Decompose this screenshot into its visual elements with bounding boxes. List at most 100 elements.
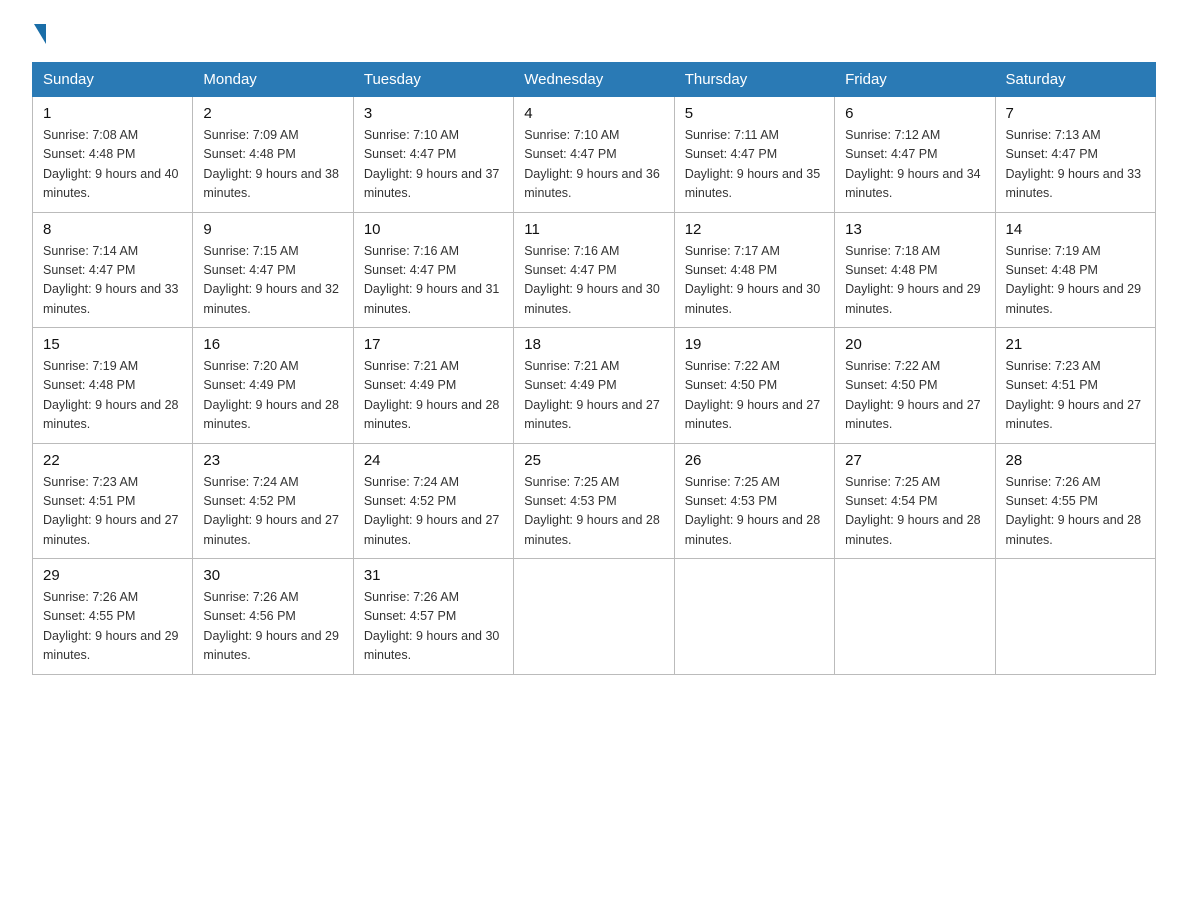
calendar-cell: 30 Sunrise: 7:26 AM Sunset: 4:56 PM Dayl… <box>193 559 353 675</box>
calendar-cell: 15 Sunrise: 7:19 AM Sunset: 4:48 PM Dayl… <box>33 328 193 444</box>
calendar-cell: 16 Sunrise: 7:20 AM Sunset: 4:49 PM Dayl… <box>193 328 353 444</box>
calendar-cell: 25 Sunrise: 7:25 AM Sunset: 4:53 PM Dayl… <box>514 443 674 559</box>
calendar-week-row: 8 Sunrise: 7:14 AM Sunset: 4:47 PM Dayli… <box>33 212 1156 328</box>
day-info: Sunrise: 7:26 AM Sunset: 4:56 PM Dayligh… <box>203 588 342 666</box>
calendar-cell <box>835 559 995 675</box>
day-number: 13 <box>845 221 984 238</box>
weekday-header-sunday: Sunday <box>33 63 193 97</box>
day-number: 3 <box>364 105 503 122</box>
logo <box>32 24 48 44</box>
calendar-cell: 19 Sunrise: 7:22 AM Sunset: 4:50 PM Dayl… <box>674 328 834 444</box>
calendar-body: 1 Sunrise: 7:08 AM Sunset: 4:48 PM Dayli… <box>33 97 1156 675</box>
day-number: 24 <box>364 452 503 469</box>
day-info: Sunrise: 7:25 AM Sunset: 4:53 PM Dayligh… <box>524 473 663 551</box>
weekday-header-saturday: Saturday <box>995 63 1155 97</box>
day-info: Sunrise: 7:10 AM Sunset: 4:47 PM Dayligh… <box>364 126 503 204</box>
calendar-cell: 22 Sunrise: 7:23 AM Sunset: 4:51 PM Dayl… <box>33 443 193 559</box>
day-number: 6 <box>845 105 984 122</box>
day-info: Sunrise: 7:22 AM Sunset: 4:50 PM Dayligh… <box>845 357 984 435</box>
calendar-cell: 2 Sunrise: 7:09 AM Sunset: 4:48 PM Dayli… <box>193 97 353 213</box>
calendar-cell: 11 Sunrise: 7:16 AM Sunset: 4:47 PM Dayl… <box>514 212 674 328</box>
calendar-cell: 4 Sunrise: 7:10 AM Sunset: 4:47 PM Dayli… <box>514 97 674 213</box>
day-number: 26 <box>685 452 824 469</box>
weekday-header-friday: Friday <box>835 63 995 97</box>
day-number: 20 <box>845 336 984 353</box>
day-info: Sunrise: 7:12 AM Sunset: 4:47 PM Dayligh… <box>845 126 984 204</box>
day-number: 2 <box>203 105 342 122</box>
day-info: Sunrise: 7:09 AM Sunset: 4:48 PM Dayligh… <box>203 126 342 204</box>
calendar-cell: 21 Sunrise: 7:23 AM Sunset: 4:51 PM Dayl… <box>995 328 1155 444</box>
calendar-cell: 8 Sunrise: 7:14 AM Sunset: 4:47 PM Dayli… <box>33 212 193 328</box>
calendar-cell: 23 Sunrise: 7:24 AM Sunset: 4:52 PM Dayl… <box>193 443 353 559</box>
weekday-header-wednesday: Wednesday <box>514 63 674 97</box>
calendar-cell: 13 Sunrise: 7:18 AM Sunset: 4:48 PM Dayl… <box>835 212 995 328</box>
day-info: Sunrise: 7:26 AM Sunset: 4:55 PM Dayligh… <box>1006 473 1145 551</box>
calendar-cell <box>514 559 674 675</box>
day-info: Sunrise: 7:23 AM Sunset: 4:51 PM Dayligh… <box>1006 357 1145 435</box>
day-number: 16 <box>203 336 342 353</box>
calendar-cell: 6 Sunrise: 7:12 AM Sunset: 4:47 PM Dayli… <box>835 97 995 213</box>
day-number: 8 <box>43 221 182 238</box>
calendar-cell: 17 Sunrise: 7:21 AM Sunset: 4:49 PM Dayl… <box>353 328 513 444</box>
day-number: 15 <box>43 336 182 353</box>
day-info: Sunrise: 7:15 AM Sunset: 4:47 PM Dayligh… <box>203 242 342 320</box>
calendar-cell: 10 Sunrise: 7:16 AM Sunset: 4:47 PM Dayl… <box>353 212 513 328</box>
day-info: Sunrise: 7:25 AM Sunset: 4:54 PM Dayligh… <box>845 473 984 551</box>
day-number: 30 <box>203 567 342 584</box>
calendar-cell: 5 Sunrise: 7:11 AM Sunset: 4:47 PM Dayli… <box>674 97 834 213</box>
weekday-header-row: SundayMondayTuesdayWednesdayThursdayFrid… <box>33 63 1156 97</box>
weekday-header-tuesday: Tuesday <box>353 63 513 97</box>
calendar-week-row: 29 Sunrise: 7:26 AM Sunset: 4:55 PM Dayl… <box>33 559 1156 675</box>
day-number: 17 <box>364 336 503 353</box>
day-number: 7 <box>1006 105 1145 122</box>
day-number: 27 <box>845 452 984 469</box>
calendar-cell: 14 Sunrise: 7:19 AM Sunset: 4:48 PM Dayl… <box>995 212 1155 328</box>
day-info: Sunrise: 7:13 AM Sunset: 4:47 PM Dayligh… <box>1006 126 1145 204</box>
calendar-cell: 28 Sunrise: 7:26 AM Sunset: 4:55 PM Dayl… <box>995 443 1155 559</box>
day-info: Sunrise: 7:08 AM Sunset: 4:48 PM Dayligh… <box>43 126 182 204</box>
day-info: Sunrise: 7:26 AM Sunset: 4:55 PM Dayligh… <box>43 588 182 666</box>
day-number: 23 <box>203 452 342 469</box>
calendar-cell: 7 Sunrise: 7:13 AM Sunset: 4:47 PM Dayli… <box>995 97 1155 213</box>
calendar-cell: 27 Sunrise: 7:25 AM Sunset: 4:54 PM Dayl… <box>835 443 995 559</box>
day-info: Sunrise: 7:14 AM Sunset: 4:47 PM Dayligh… <box>43 242 182 320</box>
day-number: 1 <box>43 105 182 122</box>
day-info: Sunrise: 7:26 AM Sunset: 4:57 PM Dayligh… <box>364 588 503 666</box>
day-number: 19 <box>685 336 824 353</box>
day-info: Sunrise: 7:21 AM Sunset: 4:49 PM Dayligh… <box>364 357 503 435</box>
calendar-cell: 31 Sunrise: 7:26 AM Sunset: 4:57 PM Dayl… <box>353 559 513 675</box>
calendar-cell: 20 Sunrise: 7:22 AM Sunset: 4:50 PM Dayl… <box>835 328 995 444</box>
day-number: 28 <box>1006 452 1145 469</box>
day-info: Sunrise: 7:24 AM Sunset: 4:52 PM Dayligh… <box>364 473 503 551</box>
day-info: Sunrise: 7:19 AM Sunset: 4:48 PM Dayligh… <box>43 357 182 435</box>
day-number: 10 <box>364 221 503 238</box>
day-info: Sunrise: 7:23 AM Sunset: 4:51 PM Dayligh… <box>43 473 182 551</box>
day-info: Sunrise: 7:21 AM Sunset: 4:49 PM Dayligh… <box>524 357 663 435</box>
logo-arrow-icon <box>34 24 46 44</box>
day-info: Sunrise: 7:20 AM Sunset: 4:49 PM Dayligh… <box>203 357 342 435</box>
day-info: Sunrise: 7:22 AM Sunset: 4:50 PM Dayligh… <box>685 357 824 435</box>
day-info: Sunrise: 7:18 AM Sunset: 4:48 PM Dayligh… <box>845 242 984 320</box>
calendar-cell: 9 Sunrise: 7:15 AM Sunset: 4:47 PM Dayli… <box>193 212 353 328</box>
day-info: Sunrise: 7:19 AM Sunset: 4:48 PM Dayligh… <box>1006 242 1145 320</box>
page-header <box>32 24 1156 44</box>
calendar-cell: 29 Sunrise: 7:26 AM Sunset: 4:55 PM Dayl… <box>33 559 193 675</box>
day-info: Sunrise: 7:11 AM Sunset: 4:47 PM Dayligh… <box>685 126 824 204</box>
calendar-cell: 18 Sunrise: 7:21 AM Sunset: 4:49 PM Dayl… <box>514 328 674 444</box>
day-number: 14 <box>1006 221 1145 238</box>
calendar-cell: 24 Sunrise: 7:24 AM Sunset: 4:52 PM Dayl… <box>353 443 513 559</box>
calendar-cell: 3 Sunrise: 7:10 AM Sunset: 4:47 PM Dayli… <box>353 97 513 213</box>
day-number: 31 <box>364 567 503 584</box>
calendar-week-row: 15 Sunrise: 7:19 AM Sunset: 4:48 PM Dayl… <box>33 328 1156 444</box>
day-info: Sunrise: 7:24 AM Sunset: 4:52 PM Dayligh… <box>203 473 342 551</box>
calendar-table: SundayMondayTuesdayWednesdayThursdayFrid… <box>32 62 1156 675</box>
day-number: 4 <box>524 105 663 122</box>
weekday-header-thursday: Thursday <box>674 63 834 97</box>
day-info: Sunrise: 7:25 AM Sunset: 4:53 PM Dayligh… <box>685 473 824 551</box>
calendar-cell: 12 Sunrise: 7:17 AM Sunset: 4:48 PM Dayl… <box>674 212 834 328</box>
day-number: 9 <box>203 221 342 238</box>
day-number: 11 <box>524 221 663 238</box>
calendar-cell <box>995 559 1155 675</box>
day-info: Sunrise: 7:16 AM Sunset: 4:47 PM Dayligh… <box>524 242 663 320</box>
day-info: Sunrise: 7:17 AM Sunset: 4:48 PM Dayligh… <box>685 242 824 320</box>
